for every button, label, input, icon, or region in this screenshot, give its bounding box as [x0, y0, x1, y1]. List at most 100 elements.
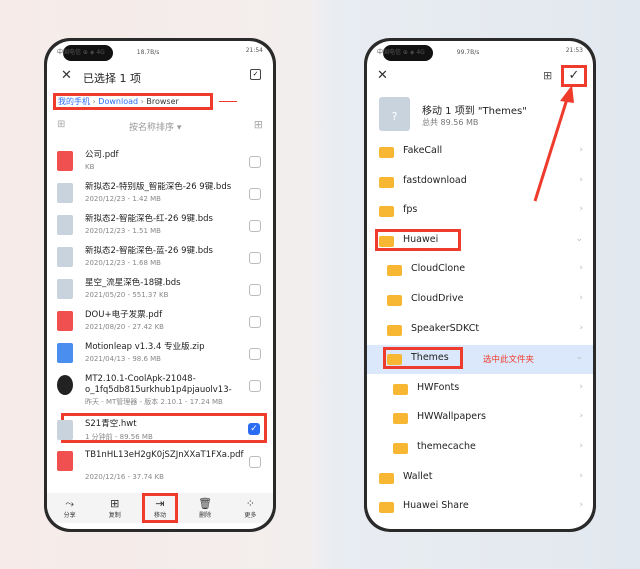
chevron-icon[interactable]: ›	[579, 323, 583, 333]
chevron-icon[interactable]: ›	[579, 382, 583, 392]
toolbar-share-button[interactable]: ⤳ 分享	[52, 493, 88, 523]
toolbar-delete-button[interactable]: 🗑 删除	[187, 493, 223, 523]
file-meta: 2020/12/23 - 1.68 MB	[85, 259, 161, 267]
bds-file-icon	[57, 215, 73, 235]
chevron-icon[interactable]: ›	[579, 263, 583, 273]
bottom-toolbar: ⤳ 分享 ⊞ 复制 ⇥ 移动 🗑 删除 ⁘ 更多	[47, 493, 273, 523]
file-checkbox[interactable]	[249, 188, 261, 200]
file-checkbox[interactable]: ✓	[248, 423, 260, 435]
folder-name: HWFonts	[417, 381, 460, 393]
file-row[interactable]: S21青空.hwt 1 分钟前 - 89.56 MB ✓	[57, 413, 267, 443]
file-meta: 2020/12/23 - 1.51 MB	[85, 227, 161, 235]
folder-row[interactable]: themecache ›	[367, 434, 593, 463]
toolbar-copy-button[interactable]: ⊞ 复制	[97, 493, 133, 523]
delete-icon: 🗑	[198, 497, 213, 510]
folder-name: themecache	[417, 441, 476, 452]
file-name: 新拟态2-智能深色-红-26 9键.bds	[85, 214, 213, 224]
net-speed: 18.7B/s	[136, 49, 160, 56]
folder-name: CloudClone	[411, 263, 466, 275]
toolbar-label: 更多	[244, 512, 257, 519]
bds-file-icon	[57, 247, 73, 267]
phone-right: 中国电信 ⊕ ◈ 4G 99.7B/s 21:53 ✕ ⊞ ✓ ? 移动 1 项…	[364, 38, 596, 532]
file-meta: 昨天 - MT管理器 - 版本 2.10.1 - 17.24 MB	[85, 398, 223, 406]
bds-file-icon	[57, 279, 73, 299]
toolbar-label: 移动	[153, 512, 166, 519]
file-row[interactable]: 星空_流星深色-18键.bds 2021/05/20 - 551.37 KB	[47, 275, 273, 307]
file-row[interactable]: 新拟态2-智能深色-红-26 9键.bds 2020/12/23 - 1.51 M…	[47, 211, 273, 243]
folder-name: HWWallpapers	[417, 411, 487, 423]
file-name: 新拟态2-特别版_智能深色-26 9键.bds	[85, 182, 232, 192]
file-meta: 2020/12/16 - 37.74 KB	[85, 473, 164, 481]
sort-label: 按名称排序	[129, 123, 175, 133]
file-name: 新拟态2-智能深色-蓝-26 9键.bds	[85, 246, 213, 256]
bds-file-icon	[57, 183, 73, 203]
zip-file-icon	[57, 343, 73, 363]
file-checkbox[interactable]	[249, 220, 261, 232]
chevron-icon[interactable]: ›	[579, 500, 583, 510]
folder-row[interactable]: Huawei Share ›	[367, 493, 593, 522]
chevron-icon[interactable]: ›	[579, 293, 583, 303]
toolbar-label: 分享	[63, 512, 76, 519]
file-name: TB1nHL13eH2gK0jSZJnXXaT1FXa.pdf	[85, 450, 244, 460]
folder-row[interactable]: Themes 选中此文件夹 ⌄	[367, 345, 593, 375]
mt-file-icon	[57, 375, 73, 395]
file-row[interactable]: 新拟态2-智能深色-蓝-26 9键.bds 2020/12/23 - 1.68 M…	[47, 243, 273, 275]
file-checkbox[interactable]	[249, 316, 261, 328]
file-checkbox[interactable]	[249, 252, 261, 264]
file-name: DOU+电子发票.pdf	[85, 310, 163, 320]
chevron-icon[interactable]: ⌄	[575, 352, 583, 362]
folder-row[interactable]: SpeakerSDKCt ›	[367, 316, 593, 345]
file-row[interactable]: TB1nHL13eH2gK0jSZJnXXaT1FXa.pdf 2020/12/1…	[47, 447, 273, 487]
file-checkbox[interactable]	[249, 284, 261, 296]
folder-icon	[393, 383, 408, 395]
file-row[interactable]: 新拟态2-特别版_智能深色-26 9键.bds 2020/12/23 - 1.42…	[47, 179, 273, 211]
file-meta: KB	[85, 163, 95, 171]
grid-view-icon[interactable]: ⊞	[254, 118, 263, 131]
file-checkbox[interactable]	[249, 456, 261, 468]
file-checkbox[interactable]	[249, 380, 261, 392]
file-row[interactable]: 公司.pdf KB	[47, 147, 273, 179]
folder-icon	[379, 472, 394, 484]
folder-row[interactable]: CloudClone ›	[367, 256, 593, 285]
toolbar-move-button[interactable]: ⇥ 移动	[141, 493, 178, 523]
folder-name: Huawei Share	[403, 500, 469, 512]
page-title: 已选择 1 项	[83, 72, 141, 85]
close-icon[interactable]: ✕	[61, 68, 72, 83]
file-meta: 1 分钟前 - 89.56 MB	[85, 433, 153, 441]
annotation-arrow	[219, 101, 237, 102]
phone-left: 中国电信 ⊕ ◈ 4G 18.7B/s 21:54 ✕ 已选择 1 项 ✓ 我的…	[44, 38, 276, 532]
file-name: Motionleap v1.3.4 专业版.zip	[85, 342, 205, 352]
folder-row[interactable]: HWFonts ›	[367, 375, 593, 404]
file-row[interactable]: MT2.10.1-CoolApk-21048-o_1fq5db815urkhub…	[47, 371, 273, 411]
chevron-icon[interactable]: ›	[579, 411, 583, 421]
folder-icon	[387, 324, 402, 336]
more-icon: ⁘	[245, 497, 255, 510]
file-checkbox[interactable]	[249, 156, 261, 168]
file-meta: 2021/04/13 - 98.6 MB	[85, 355, 161, 363]
breadcrumb-download[interactable]: Download	[98, 97, 138, 106]
toolbar-label: 删除	[199, 512, 212, 519]
annotation-box	[383, 347, 463, 370]
folder-row[interactable]: HWWallpapers ›	[367, 404, 593, 433]
chevron-icon[interactable]: ›	[579, 441, 583, 451]
folder-name: SpeakerSDKCt	[411, 322, 480, 334]
new-folder-icon[interactable]: ⊞	[57, 119, 65, 130]
folder-row[interactable]: CloudDrive ›	[367, 286, 593, 315]
annotation-label: 选中此文件夹	[483, 355, 535, 366]
folder-icon	[379, 502, 394, 514]
file-row[interactable]: Motionleap v1.3.4 专业版.zip 2021/04/13 - 98…	[47, 339, 273, 371]
breadcrumb-root[interactable]: 我的手机	[58, 97, 90, 106]
bds-file-icon	[57, 420, 73, 440]
file-meta: 2021/08/20 - 27.42 KB	[85, 323, 164, 331]
toolbar-more-button[interactable]: ⁘ 更多	[232, 493, 268, 523]
chevron-icon[interactable]: ›	[579, 471, 583, 481]
pdf-file-icon	[57, 311, 73, 331]
clock: 21:54	[245, 47, 263, 54]
select-all-icon[interactable]: ✓	[250, 69, 261, 80]
folder-icon	[387, 265, 402, 277]
copy-icon: ⊞	[110, 497, 120, 510]
sort-dropdown[interactable]: 按名称排序 ▾	[129, 120, 181, 133]
folder-row[interactable]: Wallet ›	[367, 464, 593, 493]
file-checkbox[interactable]	[249, 348, 261, 360]
file-row[interactable]: DOU+电子发票.pdf 2021/08/20 - 27.42 KB	[47, 307, 273, 339]
